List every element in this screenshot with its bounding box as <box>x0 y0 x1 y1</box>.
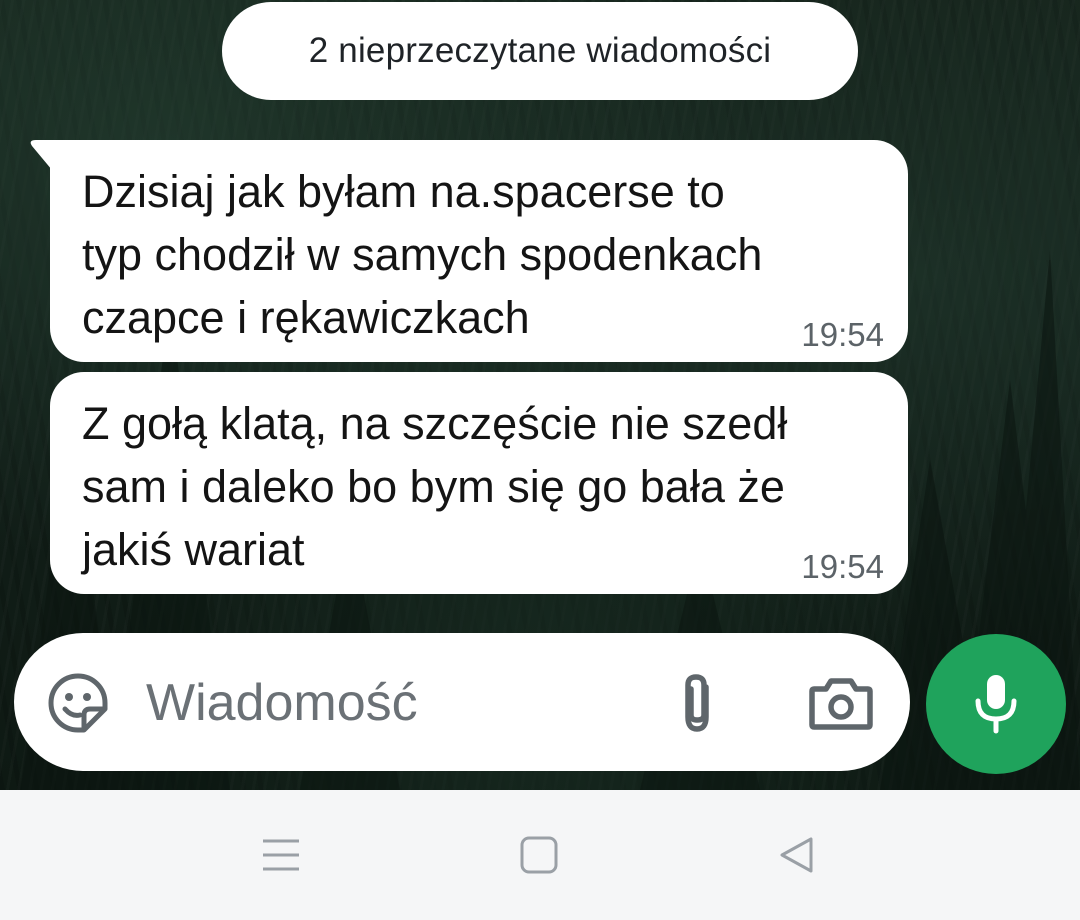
system-navigation-bar <box>0 790 1080 920</box>
message-bubble[interactable]: Dzisiaj jak byłam na.spacerse to typ cho… <box>30 140 908 362</box>
microphone-icon <box>975 675 1017 734</box>
paperclip-icon[interactable] <box>670 671 724 737</box>
menu-lines-icon <box>263 839 299 871</box>
message-input[interactable]: Wiadomość <box>146 673 418 733</box>
recent-apps-button[interactable] <box>246 820 316 890</box>
voice-message-button[interactable] <box>926 634 1066 774</box>
back-button[interactable] <box>762 820 832 890</box>
home-button[interactable] <box>504 820 574 890</box>
back-triangle-icon <box>780 837 813 873</box>
message-timestamp: 19:54 <box>801 548 884 585</box>
chat-screen: 2 nieprzeczytane wiadomości Dzisiaj jak … <box>0 0 1080 920</box>
message-bubble[interactable]: Z gołą klatą, na szczęście nie szedł sam… <box>50 372 908 594</box>
message-composer[interactable]: Wiadomość <box>14 633 910 771</box>
message-text: Dzisiaj jak byłam na.spacerse to typ cho… <box>82 166 763 343</box>
unread-messages-label: 2 nieprzeczytane wiadomości <box>308 31 772 70</box>
bubble-tail <box>30 140 52 170</box>
home-square-icon <box>520 836 558 874</box>
message-text: Z gołą klatą, na szczęście nie szedł sam… <box>82 398 788 575</box>
message-timestamp: 19:54 <box>801 316 884 353</box>
unread-messages-banner: 2 nieprzeczytane wiadomości <box>222 2 858 100</box>
emoji-sticker-icon[interactable] <box>46 671 110 735</box>
camera-icon[interactable] <box>808 675 874 731</box>
